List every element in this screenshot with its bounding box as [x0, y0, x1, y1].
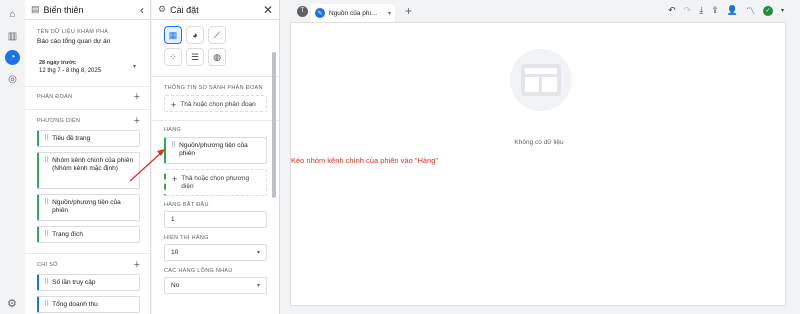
rows-dropzone[interactable]: + Thả hoặc chọn phương diện	[164, 169, 267, 196]
start-row-label: HÀNG BẮT ĐẦU	[164, 202, 209, 208]
exploration-name-label: TÊN DỮ LIỆU KHÁM PHÁ	[37, 29, 109, 35]
tab-label: Nguồn của phi…	[329, 9, 378, 17]
segment-dropzone[interactable]: + Thả hoặc chọn phân đoạn	[164, 95, 267, 112]
chevron-down-icon: ▾	[256, 283, 260, 289]
advertising-icon[interactable]: ◎	[6, 73, 19, 86]
add-user-icon[interactable]: 👤	[727, 5, 738, 16]
share-icon[interactable]: ⇪	[711, 5, 719, 16]
segments-label: PHÂN ĐOẠN	[37, 94, 73, 100]
dimension-chip[interactable]: ⠿ Tiêu đề trang	[37, 130, 140, 147]
dimensions-section: PHƯƠNG DIỆN +	[25, 112, 150, 130]
tab-active[interactable]: ✎ Nguồn của phi… ▾	[311, 4, 395, 22]
add-segment-button[interactable]: +	[134, 91, 140, 103]
drag-handle-icon[interactable]: ⠿	[171, 142, 176, 150]
show-rows-select[interactable]: 10 ▾	[164, 244, 267, 261]
explore-tab-icon: ✎	[315, 8, 325, 18]
variables-icon: ▤	[31, 4, 40, 14]
admin-gear-icon[interactable]: ⚙	[7, 297, 17, 310]
visualization-picker: ▦ ◕ ⟋ ⁘ ☰ ◍	[152, 20, 252, 72]
tab-avatar: T	[297, 5, 308, 17]
settings-scrollbar[interactable]	[272, 52, 276, 198]
bar-viz-icon[interactable]: ☰	[186, 48, 204, 66]
plus-icon: +	[171, 100, 177, 110]
quality-check-icon[interactable]: ✓	[762, 5, 773, 16]
variables-title: Biến thiên	[43, 4, 84, 15]
scatter-viz-icon[interactable]: ⁘	[164, 48, 182, 66]
drag-handle-icon[interactable]: ⠿	[44, 135, 49, 143]
toolbar: ↶ ↷ ⤓ ⇪ 👤 〽 ✓ ▾	[668, 4, 784, 17]
start-row-input[interactable]: 1	[164, 211, 267, 228]
close-icon[interactable]: ✕	[263, 3, 273, 17]
dimension-chip[interactable]: ⠿ Nguồn/phương tiện của phiên	[37, 194, 140, 221]
empty-state-text: Không có dữ liệu	[514, 139, 564, 146]
exploration-name[interactable]: Báo cáo tổng quan dự án	[37, 38, 138, 45]
row-dimension-chip[interactable]: ⠿ Nguồn/phương tiện của phiên	[164, 137, 267, 164]
settings-panel: ⚙ Cài đặt ✕ ▦ ◕ ⟋ ⁘ ☰ ◍ THÔNG TIN SO SÁN…	[152, 0, 280, 314]
segment-comparison-label: THÔNG TIN SO SÁNH PHÂN ĐOẠN	[164, 85, 263, 91]
settings-title: Cài đặt	[170, 4, 199, 15]
donut-viz-icon[interactable]: ◕	[186, 26, 204, 44]
add-metric-button[interactable]: +	[134, 259, 140, 271]
metrics-label: CHỈ SỐ	[37, 262, 58, 268]
plus-icon: +	[172, 174, 178, 184]
chevron-down-icon: ▾	[132, 64, 136, 70]
canvas-tabbar: T ✎ Nguồn của phi… ▾ + ↶ ↷ ⤓ ⇪ 👤 〽 ✓ ▾	[281, 0, 800, 22]
home-icon[interactable]: ⌂	[6, 8, 19, 21]
date-range-label: 28 ngày trước	[39, 60, 76, 66]
empty-state-illustration	[510, 49, 572, 111]
metrics-section: CHỈ SỐ +	[25, 256, 150, 274]
table-viz-icon[interactable]: ▦	[164, 26, 182, 44]
annotation-text: Kéo nhóm kênh chính của phiên vào "Hàng"	[291, 156, 439, 165]
add-tab-button[interactable]: +	[405, 4, 412, 18]
settings-header: ⚙ Cài đặt ✕	[152, 0, 279, 20]
variables-header: ▤ Biến thiên ‹	[25, 0, 150, 20]
insights-icon[interactable]: 〽	[746, 4, 755, 17]
reports-icon[interactable]: ▥	[6, 30, 19, 43]
download-icon[interactable]: ⤓	[699, 5, 703, 16]
drag-handle-icon[interactable]: ⠿	[44, 199, 49, 207]
explore-icon[interactable]: ◔	[5, 50, 20, 65]
metric-chip[interactable]: ⠿ Tổng doanh thu	[37, 296, 140, 313]
dimensions-label: PHƯƠNG DIỆN	[37, 118, 81, 124]
show-rows-label: HIỂN THỊ HÀNG	[164, 235, 209, 241]
variables-panel: ▤ Biến thiên ‹ TÊN DỮ LIỆU KHÁM PHÁ Báo …	[25, 0, 151, 314]
chevron-down-icon[interactable]: ▾	[781, 7, 784, 14]
nested-rows-select[interactable]: No ▾	[164, 277, 267, 294]
date-range-picker[interactable]: 28 ngày trước 12 thg 7 - 8 thg 8, 2025 ▾	[35, 54, 142, 80]
chevron-down-icon[interactable]: ▾	[388, 10, 391, 17]
date-range-value: 12 thg 7 - 8 thg 8, 2025	[39, 68, 102, 74]
dimension-chip[interactable]: ⠿ Nhóm kênh chính của phiên (Nhóm kênh m…	[37, 152, 140, 189]
close-icon[interactable]: ‹	[140, 3, 144, 17]
metric-chip[interactable]: ⠿ Số lần truy cập	[37, 274, 140, 291]
redo-icon[interactable]: ↷	[684, 5, 692, 16]
geo-viz-icon[interactable]: ◍	[208, 48, 226, 66]
segments-section: PHÂN ĐOẠN +	[25, 87, 150, 107]
settings-icon: ⚙	[158, 4, 167, 14]
rows-label: HÀNG	[164, 127, 182, 133]
line-viz-icon[interactable]: ⟋	[208, 26, 226, 44]
nested-rows-label: CÁC HÀNG LỒNG NHAU	[164, 268, 233, 274]
drag-handle-icon[interactable]: ⠿	[44, 301, 49, 309]
add-dimension-button[interactable]: +	[134, 115, 140, 127]
left-nav-rail: ⌂ ▥ ◔ ◎ ⚙	[0, 0, 25, 314]
undo-icon[interactable]: ↶	[668, 5, 676, 16]
drag-handle-icon[interactable]: ⠿	[44, 279, 49, 287]
drag-handle-icon[interactable]: ⠿	[44, 231, 49, 239]
chevron-down-icon: ▾	[256, 250, 260, 256]
drag-handle-icon[interactable]: ⠿	[44, 157, 49, 165]
dimension-chip[interactable]: ⠿ Trang đích	[37, 226, 140, 243]
